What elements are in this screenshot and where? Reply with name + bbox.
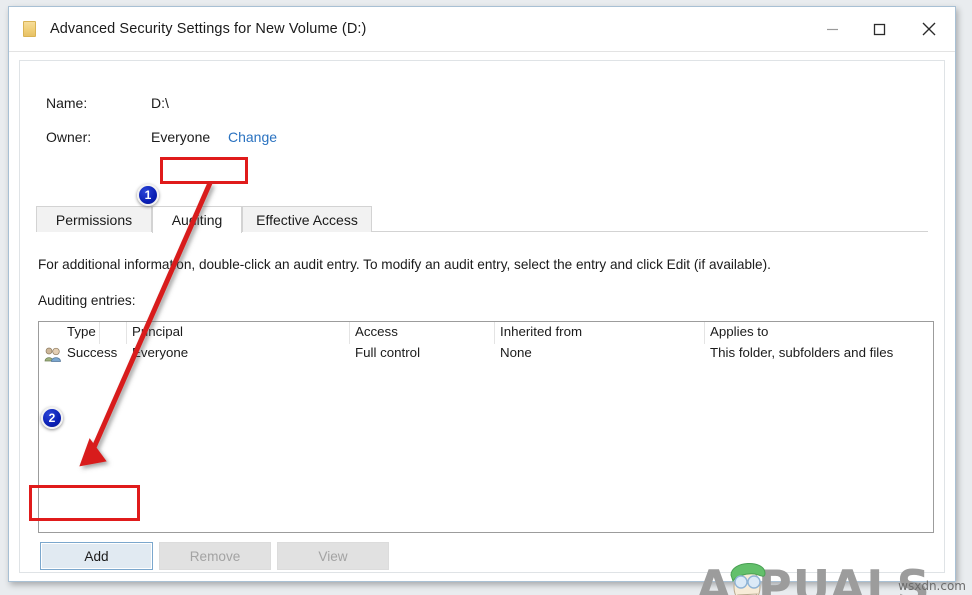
tab-effective-access[interactable]: Effective Access (242, 206, 372, 232)
site-watermark: wsxdn.com (898, 579, 966, 593)
table-row[interactable]: Success Everyone Full control None This … (39, 344, 933, 367)
tab-auditing-label: Auditing (172, 212, 223, 228)
auditing-entries-list[interactable]: Type Principal Access Inherited from App… (38, 321, 934, 533)
screenshot-root: Advanced Security Settings for New Volum… (0, 0, 972, 595)
cell-applies-to: This folder, subfolders and files (710, 345, 893, 360)
window-title: Advanced Security Settings for New Volum… (50, 21, 366, 37)
advanced-security-settings-window: Advanced Security Settings for New Volum… (8, 6, 956, 582)
column-header-applies-to[interactable]: Applies to (710, 324, 768, 339)
remove-button-label: Remove (190, 549, 241, 564)
column-header-inherited-from[interactable]: Inherited from (500, 324, 582, 339)
view-button-label: View (318, 549, 347, 564)
caption-button-group (809, 7, 955, 51)
close-icon[interactable] (903, 7, 955, 51)
annotation-badge-1: 1 (137, 184, 159, 206)
add-button[interactable]: Add (40, 542, 153, 570)
content-panel: Name: D:\ Owner: Everyone Change Permiss… (19, 60, 945, 573)
add-button-label: Add (84, 549, 108, 564)
cell-access: Full control (355, 345, 420, 360)
cell-inherited-from: None (500, 345, 532, 360)
users-group-icon (44, 347, 62, 362)
owner-label: Owner: (46, 129, 91, 145)
tab-auditing[interactable]: Auditing (152, 206, 242, 233)
column-header-type[interactable]: Type (67, 324, 96, 339)
name-value: D:\ (151, 95, 169, 111)
view-button[interactable]: View (277, 542, 389, 570)
remove-button[interactable]: Remove (159, 542, 271, 570)
info-text: For additional information, double-click… (38, 257, 771, 272)
tab-strip: Permissions Auditing Effective Access (36, 206, 928, 232)
folder-icon (22, 20, 38, 38)
table-header-row: Type Principal Access Inherited from App… (39, 322, 933, 344)
name-label: Name: (46, 95, 87, 111)
minimize-icon[interactable] (809, 7, 856, 51)
cell-principal: Everyone (132, 345, 188, 360)
column-header-principal[interactable]: Principal (132, 324, 183, 339)
svg-text:A: A (696, 560, 733, 595)
title-bar: Advanced Security Settings for New Volum… (9, 7, 955, 51)
column-header-access[interactable]: Access (355, 324, 398, 339)
tab-permissions-label: Permissions (56, 212, 132, 228)
annotation-badge-2: 2 (41, 407, 63, 429)
tab-effective-access-label: Effective Access (256, 212, 358, 228)
owner-value: Everyone (151, 129, 210, 145)
maximize-icon[interactable] (856, 7, 903, 51)
cell-type: Success (67, 345, 117, 360)
auditing-entries-label: Auditing entries: (38, 293, 135, 308)
window-body: Name: D:\ Owner: Everyone Change Permiss… (9, 51, 955, 581)
change-owner-link[interactable]: Change (228, 129, 277, 145)
tab-permissions[interactable]: Permissions (36, 206, 152, 232)
